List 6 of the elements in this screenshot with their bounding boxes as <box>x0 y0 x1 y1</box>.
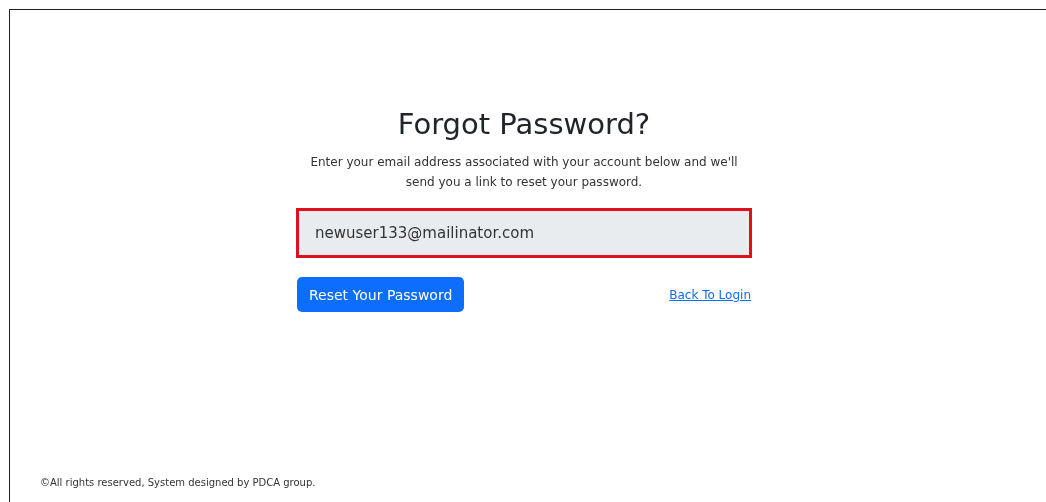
email-field[interactable]: newuser133@mailinator.com <box>296 208 752 258</box>
footer-text: ©All rights reserved, System designed by PDCA group. <box>40 477 317 488</box>
page-title: Forgot Password? <box>397 106 651 143</box>
back-to-login-link[interactable]: Back To Login <box>669 287 751 302</box>
reset-password-button[interactable]: Reset Your Password <box>297 277 465 312</box>
instructions-text: Enter your email address associated with your account below and we'll send you a link to reset your password. <box>309 154 739 191</box>
